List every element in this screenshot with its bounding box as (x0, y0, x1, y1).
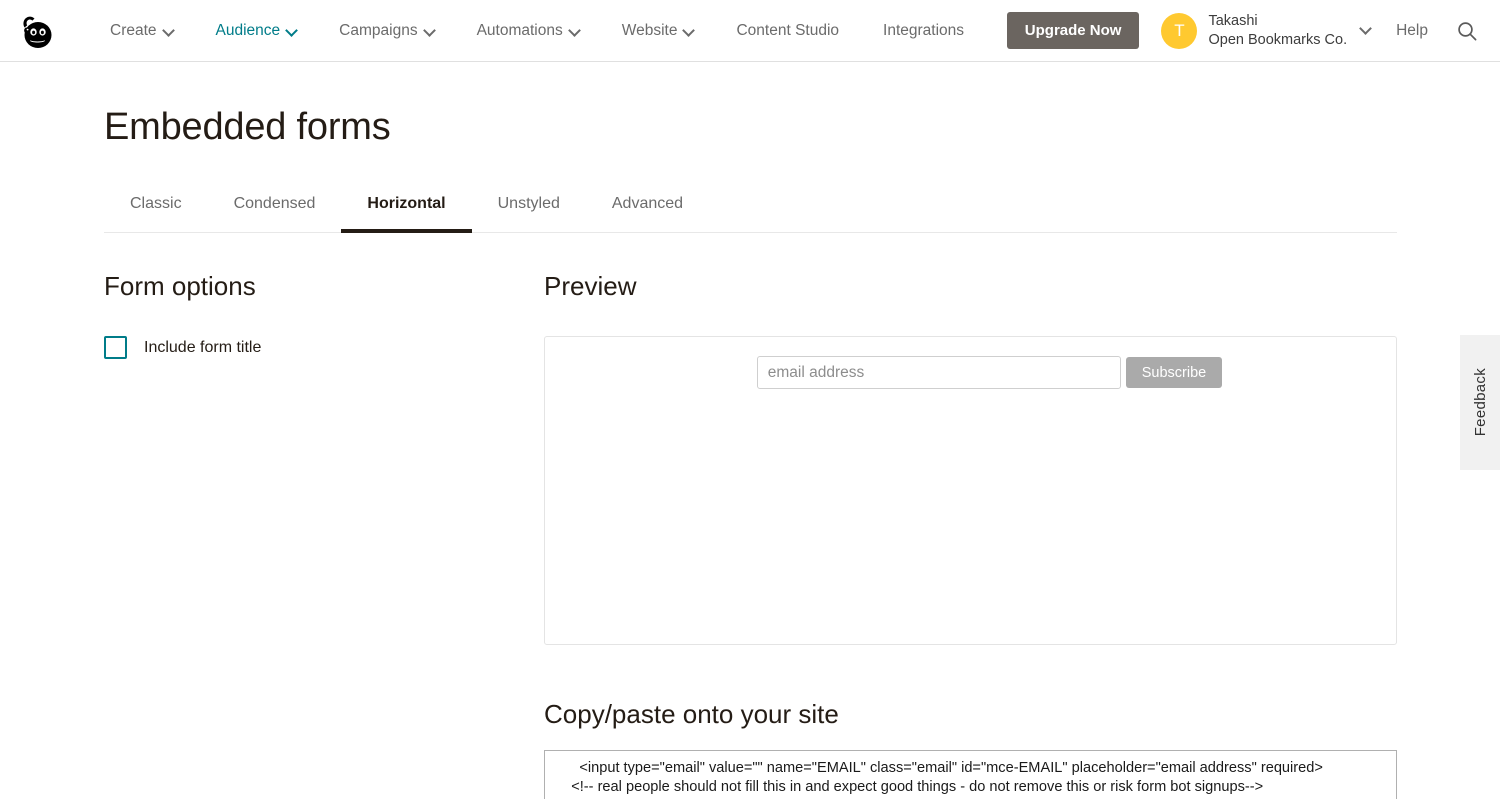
nav-item-website[interactable]: Website (600, 0, 715, 62)
include-form-title-checkbox-row[interactable]: Include form title (104, 336, 544, 359)
tab-horizontal[interactable]: Horizontal (341, 195, 472, 233)
mailchimp-freddie-logo-icon[interactable] (14, 9, 58, 53)
copy-paste-heading: Copy/paste onto your site (544, 699, 839, 729)
include-form-title-checkbox[interactable] (104, 336, 127, 359)
nav-item-label: Campaigns (339, 21, 418, 39)
chevron-down-icon (1361, 26, 1370, 35)
top-navigation-bar: Create Audience Campaigns Automations We… (0, 0, 1500, 62)
help-link[interactable]: Help (1396, 22, 1428, 40)
feedback-tab-label: Feedback (1471, 368, 1489, 437)
account-menu[interactable]: T Takashi Open Bookmarks Co. (1161, 12, 1370, 49)
tab-condensed[interactable]: Condensed (208, 195, 342, 233)
nav-right-cluster: Upgrade Now T Takashi Open Bookmarks Co.… (1006, 12, 1484, 49)
chevron-down-icon (570, 26, 578, 34)
include-form-title-label: Include form title (144, 338, 262, 356)
avatar: T (1161, 12, 1198, 49)
content-area: Form options Include form title Preview … (104, 271, 1500, 799)
tab-classic[interactable]: Classic (104, 195, 208, 233)
nav-item-label: Automations (476, 21, 563, 39)
feedback-tab[interactable]: Feedback (1460, 335, 1500, 470)
nav-item-create[interactable]: Create (88, 0, 194, 62)
form-options-column: Form options Include form title (104, 271, 544, 799)
embed-code-text: <input type="email" value="" name="EMAIL… (571, 760, 1323, 795)
preview-panel: Subscribe (544, 336, 1397, 645)
form-options-heading: Form options (104, 271, 256, 301)
search-icon[interactable] (1456, 20, 1478, 42)
chevron-down-icon (684, 26, 692, 34)
tab-advanced[interactable]: Advanced (586, 195, 709, 233)
subscribe-button[interactable]: Subscribe (1125, 357, 1223, 388)
nav-item-campaigns[interactable]: Campaigns (317, 0, 454, 62)
nav-item-label: Audience (215, 21, 281, 39)
nav-item-label: Website (621, 21, 678, 39)
nav-item-label: Integrations (883, 21, 965, 39)
preview-heading: Preview (544, 271, 637, 301)
primary-nav-items: Create Audience Campaigns Automations We… (88, 0, 986, 62)
tab-unstyled[interactable]: Unstyled (472, 195, 586, 233)
nav-item-label: Create (110, 21, 157, 39)
nav-item-audience[interactable]: Audience (194, 0, 318, 62)
chevron-down-icon (425, 26, 433, 34)
chevron-down-icon (287, 26, 295, 34)
nav-item-label: Content Studio (736, 21, 840, 39)
form-style-tabs: Classic Condensed Horizontal Unstyled Ad… (104, 195, 1397, 233)
email-input[interactable] (756, 356, 1121, 389)
page-container: Embedded forms Classic Condensed Horizon… (0, 62, 1500, 799)
chevron-down-icon (164, 26, 172, 34)
upgrade-now-button[interactable]: Upgrade Now (1006, 12, 1140, 49)
preview-signup-form: Subscribe (545, 356, 1396, 389)
nav-item-integrations[interactable]: Integrations (861, 0, 986, 62)
preview-column: Preview Subscribe Copy/paste onto your s… (544, 271, 1397, 799)
account-text: Takashi Open Bookmarks Co. (1208, 12, 1347, 49)
nav-item-automations[interactable]: Automations (455, 0, 600, 62)
embed-code-box[interactable]: <input type="email" value="" name="EMAIL… (544, 750, 1397, 799)
account-org-name: Open Bookmarks Co. (1208, 31, 1348, 48)
page-title: Embedded forms (104, 106, 391, 148)
nav-item-content-studio[interactable]: Content Studio (714, 0, 861, 62)
account-user-name: Takashi (1208, 12, 1258, 29)
